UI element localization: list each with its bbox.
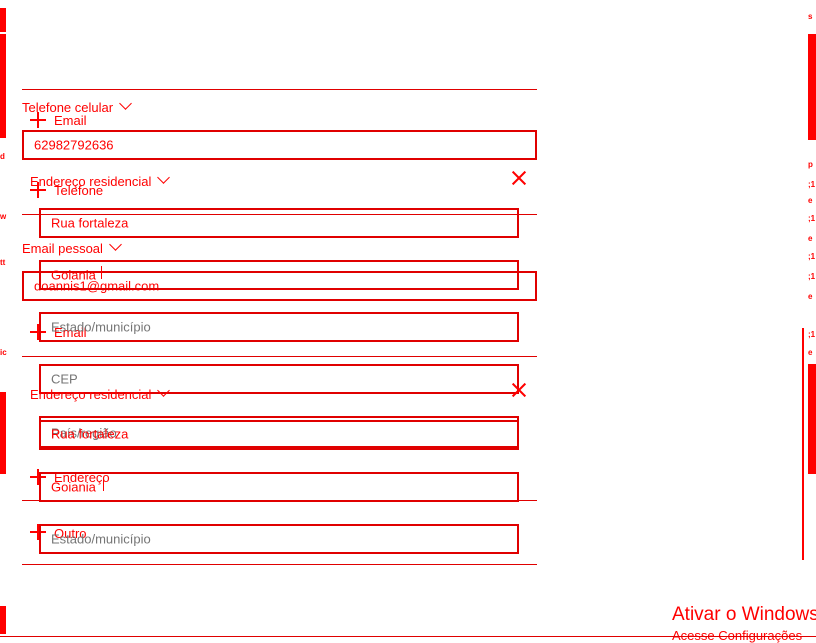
right-edge-label: ;1	[808, 214, 816, 223]
left-edge-label: w	[0, 212, 7, 221]
home-icon	[0, 8, 6, 32]
street-field[interactable]: Rua fortaleza	[39, 208, 519, 238]
state-field[interactable]	[39, 524, 519, 554]
state-input[interactable]	[51, 319, 437, 335]
email-type-label: Email pessoal	[22, 241, 103, 256]
state-input[interactable]	[51, 531, 437, 547]
plus-icon	[30, 112, 46, 128]
right-edge-label: s	[808, 12, 813, 21]
email-type-dropdown[interactable]: Email pessoal	[22, 238, 122, 256]
street-field[interactable]: Rua fortaleza	[39, 420, 519, 448]
zip-input[interactable]	[51, 371, 437, 387]
address-type-dropdown[interactable]: Endereço residencial	[30, 384, 171, 402]
city-value: Goiania	[51, 479, 96, 495]
address-type-label: Endereço residencial	[30, 174, 152, 189]
right-edge-label: e	[808, 234, 813, 243]
right-edge-label: ;1	[808, 252, 816, 261]
chevron-down-icon	[157, 171, 171, 184]
left-edge-bar	[0, 34, 6, 138]
left-edge-bar	[0, 392, 6, 474]
close-icon[interactable]	[511, 170, 527, 186]
taskbar-edge	[0, 636, 816, 637]
address-type-label: Endereço residencial	[30, 387, 152, 402]
left-edge-label: d	[0, 152, 5, 161]
chevron-down-icon	[119, 97, 132, 110]
chevron-down-icon	[109, 238, 122, 251]
activation-watermark-title: Ativar o Windows	[672, 604, 816, 625]
city-value: Goiania	[51, 267, 96, 283]
section-divider	[22, 89, 537, 90]
right-edge-label: e	[808, 348, 813, 357]
address-type-dropdown[interactable]: Endereço residencial	[30, 171, 171, 189]
right-edge-label: p	[808, 160, 813, 169]
street-value: Rua fortaleza	[51, 215, 129, 231]
close-icon[interactable]	[511, 382, 527, 398]
city-field[interactable]: Goiania	[39, 260, 519, 290]
section-divider	[22, 356, 537, 357]
right-edge-label: ;1	[808, 330, 816, 339]
phone-value: 62982792636	[34, 137, 114, 153]
phone-field[interactable]: 62982792636	[22, 130, 537, 160]
street-value: Rua fortaleza	[51, 426, 129, 442]
text-caret	[103, 478, 104, 491]
left-edge-label: tt	[0, 258, 6, 267]
right-edge-label: e	[808, 292, 813, 301]
add-email-label: Email	[54, 113, 87, 128]
text-caret	[101, 266, 102, 279]
right-edge-label: e	[808, 196, 813, 205]
right-edge-bar	[808, 364, 816, 474]
right-edge-label: ;1	[808, 180, 816, 189]
left-edge-label: ic	[0, 348, 7, 357]
left-edge-bar	[0, 606, 6, 634]
right-panel-border	[802, 328, 804, 560]
state-field[interactable]	[39, 312, 519, 342]
right-edge-label: ;1	[808, 272, 816, 281]
right-edge-bar	[808, 34, 816, 140]
city-field[interactable]: Goiania	[39, 472, 519, 502]
section-divider	[22, 564, 537, 565]
